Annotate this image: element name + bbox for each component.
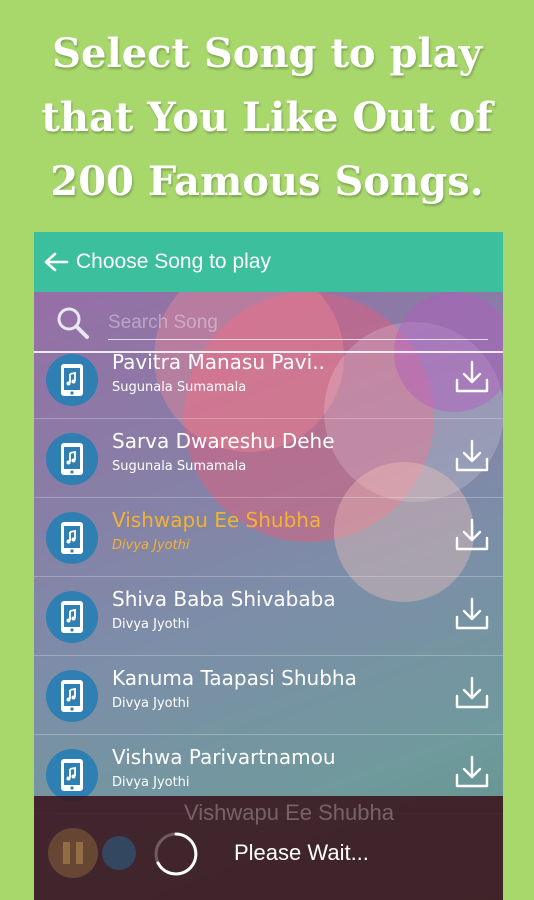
song-title: Sarva Dwareshu Dehe	[112, 429, 335, 453]
song-artist: Divya Jyothi	[112, 696, 190, 711]
download-icon[interactable]	[453, 516, 491, 554]
search-divider	[34, 351, 503, 353]
download-icon[interactable]	[453, 437, 491, 475]
search-input[interactable]	[108, 306, 488, 340]
loading-status: Please Wait...	[234, 840, 369, 865]
loading-spinner-icon	[152, 830, 200, 878]
app-bar: Choose Song to play	[34, 232, 503, 292]
song-row[interactable]: Kanuma Taapasi Shubha Divya Jyothi	[34, 656, 503, 735]
arrow-left-icon[interactable]	[42, 248, 70, 276]
song-title: Shiva Baba Shivababa	[112, 587, 336, 611]
promo-headline: Select Song to play that You Like Out of…	[0, 22, 534, 214]
download-icon[interactable]	[453, 753, 491, 791]
download-icon[interactable]	[453, 595, 491, 633]
phone-music-icon	[46, 749, 98, 801]
phone-music-icon	[46, 512, 98, 564]
song-artist: Sugunala Sumamala	[112, 380, 247, 395]
download-icon[interactable]	[453, 358, 491, 396]
song-title: Vishwapu Ee Shubha	[112, 508, 322, 532]
song-artist: Divya Jyothi	[112, 775, 190, 790]
page-title: Choose Song to play	[76, 250, 271, 273]
song-title: Vishwa Parivartnamou	[112, 745, 336, 769]
song-title: Pavitra Manasu Pavi..	[112, 350, 325, 374]
song-artist: Divya Jyothi	[112, 538, 190, 553]
song-row[interactable]: Vishwapu Ee Shubha Divya Jyothi	[34, 498, 503, 577]
promo-line-3: 200 Famous Songs.	[50, 158, 484, 205]
phone-screen: Choose Song to play Pavitra Manasu Pavi.…	[34, 232, 503, 900]
promo-line-1: Select Song to play	[52, 30, 482, 77]
player-bar: Vishwapu Ee Shubha Please Wait...	[34, 796, 503, 900]
promo-line-2: that You Like Out of	[41, 94, 493, 141]
phone-music-icon	[46, 591, 98, 643]
pause-button[interactable]	[48, 828, 98, 878]
phone-music-icon	[46, 433, 98, 485]
song-title: Kanuma Taapasi Shubha	[112, 666, 357, 690]
now-playing-title: Vishwapu Ee Shubha	[184, 800, 394, 825]
phone-music-icon	[46, 354, 98, 406]
song-row[interactable]: Shiva Baba Shivababa Divya Jyothi	[34, 577, 503, 656]
search-icon[interactable]	[56, 306, 90, 340]
download-icon[interactable]	[453, 674, 491, 712]
search-bar	[34, 292, 503, 352]
phone-music-icon	[46, 670, 98, 722]
next-button[interactable]	[102, 836, 136, 870]
song-row[interactable]: Sarva Dwareshu Dehe Sugunala Sumamala	[34, 419, 503, 498]
song-artist: Sugunala Sumamala	[112, 459, 247, 474]
song-list: Pavitra Manasu Pavi.. Sugunala Sumamala Sa…	[34, 340, 503, 814]
song-artist: Divya Jyothi	[112, 617, 190, 632]
